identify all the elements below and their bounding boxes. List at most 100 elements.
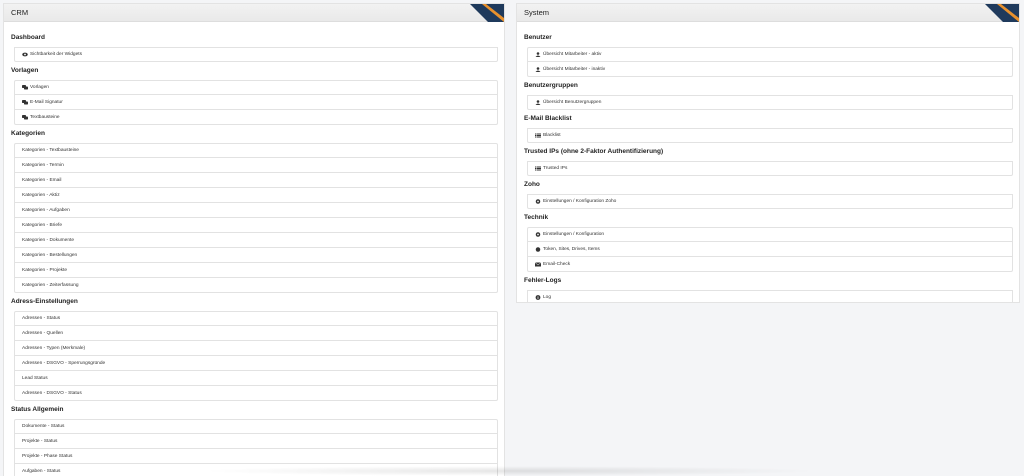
list-item-label: Kategorien - Aufgaben [22, 207, 70, 213]
comments-icon [22, 114, 28, 120]
list-item-label: Sichtbarkeit der Widgets [30, 52, 82, 57]
section-title-status-allgemein: Status Allgemein [11, 406, 64, 413]
list-item-uebersicht-mitarbeiter-aktiv[interactable]: Übersicht Mitarbeiter - aktiv [527, 47, 1013, 62]
list-item-adressen-dsgvo-sperrungsgruende[interactable]: Adressen - DSGVO - Sperrungsgründe [14, 356, 498, 371]
list-item-label: Kategorien - Bestellungen [22, 252, 78, 258]
settings-list: Einstellungen / Konfiguration Zoho [527, 194, 1013, 209]
list-item-label: Kategorien - Dokumente [22, 237, 74, 243]
list-item-uebersicht-benutzergruppen[interactable]: Übersicht Benutzergruppen [527, 95, 1013, 110]
list-item-label: Kategorien - Textbausteine [22, 148, 79, 153]
system-panel-content: Benutzer Übersicht Mitarbeiter - aktiv Übe… [517, 22, 1019, 302]
list-item-label: Projekte - Phase Status [22, 453, 73, 459]
list-item-adressen-dsgvo-status[interactable]: Adressen - DSGVO - Status [14, 386, 498, 401]
list-icon [535, 166, 541, 171]
section-title-dashboard: Dashboard [11, 34, 45, 41]
settings-list: Log [527, 290, 1013, 302]
list-item-label: Übersicht Mitarbeiter - inaktiv [543, 66, 606, 72]
section-title-fehler-logs: Fehler-Logs [524, 277, 562, 284]
list-item-label: Log [543, 295, 552, 300]
list-item-projekte-status[interactable]: Projekte - Status [14, 434, 498, 449]
list-item-kategorien-bestellungen[interactable]: Kategorien - Bestellungen [14, 248, 498, 263]
list-item-einstellungen-konfiguration-zoho[interactable]: Einstellungen / Konfiguration Zoho [527, 194, 1013, 209]
system-panel: System Benutzer Übersicht Mitarbeiter - a… [516, 3, 1020, 303]
user-icon [535, 100, 541, 105]
user-icon [535, 52, 541, 57]
list-item-kategorien-aktiz[interactable]: Kategorien - Aktiz [14, 188, 498, 203]
settings-list: Blacklist [527, 128, 1013, 143]
list-item-label: Übersicht Benutzergruppen [543, 100, 602, 105]
list-item-blacklist[interactable]: Blacklist [527, 128, 1013, 143]
section-title-e-mail-blacklist: E-Mail Blacklist [524, 115, 572, 122]
list-item-textbausteine[interactable]: Textbausteine [14, 110, 498, 125]
list-item-token-sites-drives-items[interactable]: Token, Sites, Drives, Items [527, 242, 1013, 257]
list-item-label: Vorlagen [30, 85, 49, 90]
list-item-trusted-ips[interactable]: Trusted IPs [527, 161, 1013, 176]
list-item-label: Adressen - Typen (Merkmale) [22, 345, 86, 351]
list-item-adressen-typen-merkmale[interactable]: Adressen - Typen (Merkmale) [14, 341, 498, 356]
settings-list: Übersicht Mitarbeiter - aktiv Übersicht M… [527, 47, 1013, 77]
list-item-kategorien-termin[interactable]: Kategorien - Termin [14, 158, 498, 173]
list-item-label: Lead Status [22, 375, 48, 381]
list-item-label: Dokumente - Status [22, 424, 65, 429]
section-title-vorlagen: Vorlagen [11, 67, 39, 74]
list-item-e-mail-signatur[interactable]: E-Mail Signatur [14, 95, 498, 110]
list-item-label: Kategorien - Projekte [22, 267, 68, 273]
list-item-uebersicht-mitarbeiter-inaktiv[interactable]: Übersicht Mitarbeiter - inaktiv [527, 62, 1013, 77]
list-item-label: Übersicht Mitarbeiter - aktiv [543, 52, 602, 57]
list-item-label: Aufgaben - Status [22, 468, 61, 474]
list-item-email-check[interactable]: Email-Check [527, 257, 1013, 272]
list-item-label: Einstellungen / Konfiguration [543, 232, 605, 237]
panel-title: CRM [11, 8, 29, 17]
circle-icon [535, 246, 541, 252]
list-icon [535, 133, 541, 138]
section-title-technik: Technik [524, 214, 549, 221]
settings-list: Trusted IPs [527, 161, 1013, 176]
scroll-shadow [200, 466, 820, 476]
settings-list: Vorlagen E-Mail Signatur Textbausteine [14, 80, 498, 125]
list-item-label: Projekte - Status [22, 438, 58, 444]
info-icon [535, 295, 541, 300]
list-item-vorlagen[interactable]: Vorlagen [14, 80, 498, 95]
list-item-adressen-quellen[interactable]: Adressen - Quellen [14, 326, 498, 341]
user-icon [535, 66, 541, 72]
settings-list: Einstellungen / Konfiguration Token, Site… [527, 227, 1013, 272]
section-title-benutzer: Benutzer [524, 34, 552, 41]
list-item-label: Token, Sites, Drives, Items [543, 246, 600, 252]
settings-page: CRM Dashboard Sichtbarkeit der Widgets Vor… [0, 0, 1024, 476]
section-title-zoho: Zoho [524, 181, 540, 188]
list-item-label: Textbausteine [30, 114, 60, 120]
settings-list: Sichtbarkeit der Widgets [14, 47, 498, 62]
list-item-kategorien-briefe[interactable]: Kategorien - Briefe [14, 218, 498, 233]
list-item-dokumente-status[interactable]: Dokumente - Status [14, 419, 498, 434]
list-item-label: Adressen - DSGVO - Sperrungsgründe [22, 360, 106, 366]
list-item-projekte-phase-status[interactable]: Projekte - Phase Status [14, 449, 498, 464]
list-item-kategorien-email[interactable]: Kategorien - Email [14, 173, 498, 188]
gear-icon [535, 199, 541, 204]
list-item-adressen-status[interactable]: Adressen - Status [14, 311, 498, 326]
list-item-kategorien-textbausteine[interactable]: Kategorien - Textbausteine [14, 143, 498, 158]
list-item-kategorien-zeiterfassung[interactable]: Kategorien - Zeiterfassung [14, 278, 498, 293]
gear-icon [535, 232, 541, 237]
section-title-trusted-ips-ohne-2-faktor-authentifizierung: Trusted IPs (ohne 2-Faktor Authentifizie… [524, 148, 664, 155]
eye-icon [22, 52, 28, 57]
list-item-label: Einstellungen / Konfiguration Zoho [543, 199, 617, 204]
list-item-lead-status[interactable]: Lead Status [14, 371, 498, 386]
list-item-label: Adressen - Status [22, 316, 61, 321]
list-item-einstellungen-konfiguration[interactable]: Einstellungen / Konfiguration [527, 227, 1013, 242]
list-item-kategorien-dokumente[interactable]: Kategorien - Dokumente [14, 233, 498, 248]
settings-list: Übersicht Benutzergruppen [527, 95, 1013, 110]
list-item-kategorien-projekte[interactable]: Kategorien - Projekte [14, 263, 498, 278]
list-item-label: Kategorien - Zeiterfassung [22, 282, 79, 288]
system-panel-header: System [517, 4, 1019, 22]
list-item-sichtbarkeit-der-widgets[interactable]: Sichtbarkeit der Widgets [14, 47, 498, 62]
crm-panel-header: CRM [4, 4, 504, 22]
list-item-label: Blacklist [543, 133, 561, 138]
list-item-label: Adressen - Quellen [22, 330, 64, 336]
settings-list: Kategorien - Textbausteine Kategorien - T… [14, 143, 498, 293]
list-item-label: Trusted IPs [543, 166, 568, 171]
section-title-benutzergruppen: Benutzergruppen [524, 82, 578, 89]
list-item-label: Kategorien - Termin [22, 162, 64, 168]
list-item-kategorien-aufgaben[interactable]: Kategorien - Aufgaben [14, 203, 498, 218]
list-item-log[interactable]: Log [527, 290, 1013, 302]
list-item-label: Kategorien - Email [22, 177, 62, 183]
